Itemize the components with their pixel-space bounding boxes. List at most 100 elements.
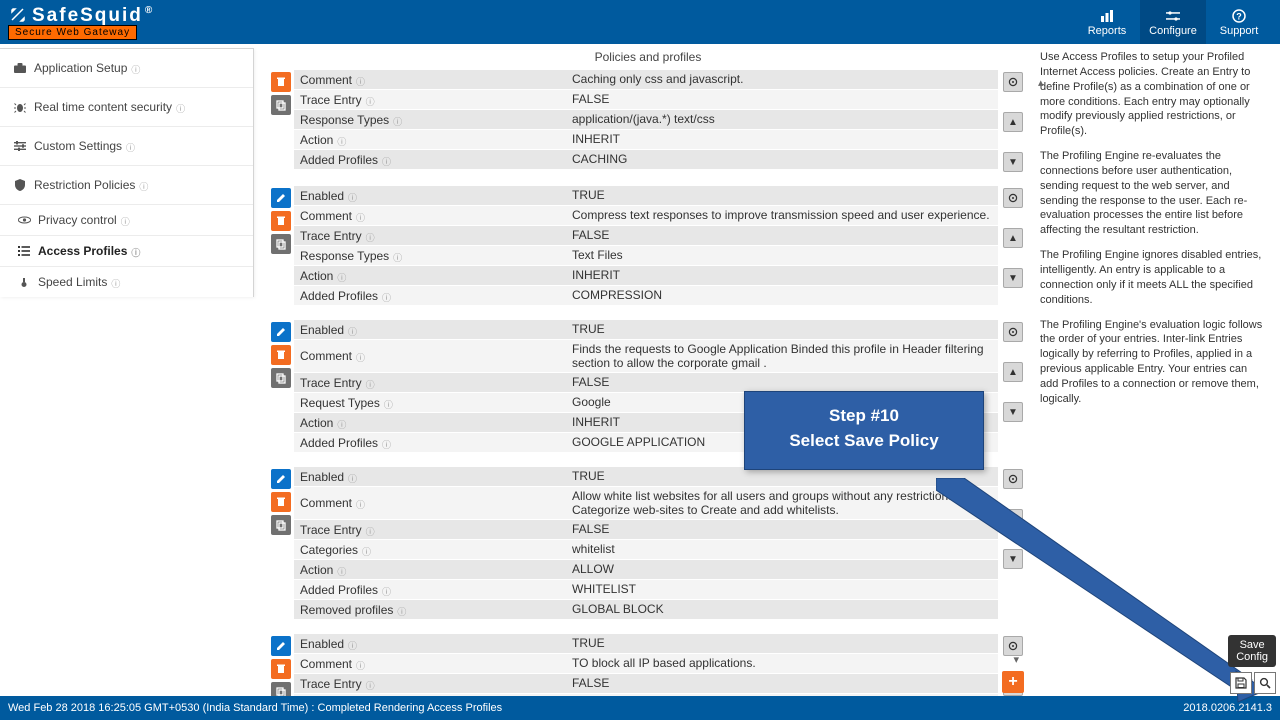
move-up-button[interactable]: ▲ [1003, 509, 1023, 529]
info-icon[interactable] [382, 585, 392, 595]
gauge-icon [16, 275, 32, 289]
info-icon[interactable] [176, 102, 186, 112]
info-icon[interactable] [382, 155, 392, 165]
move-down-button[interactable]: ▼ [1003, 268, 1023, 288]
info-icon[interactable] [382, 291, 392, 301]
info-icon[interactable] [366, 679, 376, 689]
info-icon[interactable] [384, 398, 394, 408]
move-down-button[interactable]: ▼ [1003, 152, 1023, 172]
scroll-up-caret-icon[interactable]: ▴ [1038, 76, 1044, 89]
entry-row-label: Action [294, 413, 566, 432]
nav-reports-label: Reports [1088, 25, 1127, 37]
move-down-button[interactable]: ▼ [1003, 402, 1023, 422]
delete-entry-button[interactable] [271, 492, 291, 512]
info-icon[interactable] [348, 191, 358, 201]
sidebar-item-privacy-control[interactable]: Privacy control [0, 205, 253, 236]
nav-support[interactable]: ? Support [1206, 0, 1272, 44]
nav-configure[interactable]: Configure [1140, 0, 1206, 44]
entry-row-label: Enabled [294, 186, 566, 205]
info-icon[interactable] [131, 246, 141, 256]
info-icon[interactable] [337, 565, 347, 575]
bug-icon [12, 100, 28, 114]
sidebar-item-restriction-policies[interactable]: Restriction Policies [0, 166, 253, 205]
sidebar-item-label: Application Setup [34, 61, 127, 75]
info-icon[interactable] [348, 472, 358, 482]
entry-row-label: Enabled [294, 320, 566, 339]
scroll-down-caret-icon[interactable]: ▾ [1013, 653, 1019, 666]
info-icon[interactable] [356, 211, 366, 221]
info-icon[interactable] [356, 498, 366, 508]
info-icon[interactable] [382, 438, 392, 448]
nav-reports[interactable]: Reports [1074, 0, 1140, 44]
entry-table: Enabled TRUEComment Allow white list web… [294, 467, 998, 620]
delete-entry-button[interactable] [271, 659, 291, 679]
sidebar-item-access-profiles[interactable]: Access Profiles [0, 236, 253, 267]
add-entry-button[interactable]: + [1002, 671, 1024, 693]
entry-target-button[interactable] [1003, 469, 1023, 489]
clone-entry-button[interactable] [271, 368, 291, 388]
version-text: 2018.0206.2141.3 [1183, 702, 1272, 714]
sliders-icon [1166, 8, 1180, 24]
sidebar-item-custom-settings[interactable]: Custom Settings [0, 127, 253, 166]
clone-entry-button[interactable] [271, 95, 291, 115]
info-icon[interactable] [337, 418, 347, 428]
info-icon[interactable] [337, 271, 347, 281]
info-icon[interactable] [348, 639, 358, 649]
sidebar-item-application-setup[interactable]: Application Setup [0, 49, 253, 88]
edit-entry-button[interactable] [271, 188, 291, 208]
clone-entry-button[interactable] [271, 515, 291, 535]
entry-target-button[interactable] [1003, 188, 1023, 208]
save-config-button[interactable] [1230, 672, 1252, 694]
info-icon[interactable] [393, 115, 403, 125]
move-down-button[interactable]: ▼ [1003, 549, 1023, 569]
move-up-button[interactable]: ▲ [1003, 112, 1023, 132]
delete-entry-button[interactable] [271, 211, 291, 231]
policy-entry: Enabled TRUEComment Allow white list web… [268, 467, 1026, 620]
entry-row: Enabled TRUE [294, 186, 998, 206]
info-icon[interactable] [121, 215, 131, 225]
delete-entry-button[interactable] [271, 345, 291, 365]
brand-trademark-icon: ® [145, 5, 152, 16]
edit-entry-button[interactable] [271, 322, 291, 342]
sidebar-item-speed-limits[interactable]: Speed Limits [0, 267, 253, 297]
clone-entry-button[interactable] [271, 682, 291, 696]
entry-row: Action ALLOW [294, 560, 998, 580]
info-icon[interactable] [356, 75, 366, 85]
info-icon[interactable] [393, 251, 403, 261]
sidebar-item-label: Privacy control [38, 213, 117, 227]
trash-icon [275, 663, 287, 675]
info-icon[interactable] [366, 525, 376, 535]
move-up-button[interactable]: ▲ [1003, 228, 1023, 248]
clone-entry-button[interactable] [271, 234, 291, 254]
info-icon[interactable] [397, 605, 407, 615]
info-icon[interactable] [366, 378, 376, 388]
info-icon[interactable] [366, 95, 376, 105]
sidebar-item-label: Restriction Policies [34, 178, 135, 192]
chevron-up-icon: ▲ [1008, 233, 1018, 244]
chevron-down-icon: ▼ [1008, 554, 1018, 565]
entry-action-column [268, 467, 294, 620]
delete-entry-button[interactable] [271, 72, 291, 92]
info-icon[interactable] [362, 545, 372, 555]
entry-target-button[interactable] [1003, 322, 1023, 342]
entry-row-value: whitelist [566, 540, 998, 559]
edit-entry-button[interactable] [271, 636, 291, 656]
entry-target-button[interactable] [1003, 72, 1023, 92]
chevron-down-icon: ▼ [1008, 407, 1018, 418]
info-icon[interactable] [356, 659, 366, 669]
help-text: The Profiling Engine re-evaluates the co… [1040, 149, 1268, 238]
info-icon[interactable] [111, 277, 121, 287]
info-icon[interactable] [139, 180, 149, 190]
entry-row-label: Request Types [294, 694, 566, 696]
info-icon[interactable] [131, 63, 141, 73]
move-up-button[interactable]: ▲ [1003, 362, 1023, 382]
info-icon[interactable] [356, 351, 366, 361]
info-icon[interactable] [348, 325, 358, 335]
info-icon[interactable] [126, 141, 136, 151]
info-icon[interactable] [337, 135, 347, 145]
info-icon[interactable] [366, 231, 376, 241]
edit-entry-button[interactable] [271, 469, 291, 489]
entry-reorder-column: ▲▼ [1000, 70, 1026, 172]
search-policy-button[interactable] [1254, 672, 1276, 694]
sidebar-item-realtime-content-security[interactable]: Real time content security [0, 88, 253, 127]
